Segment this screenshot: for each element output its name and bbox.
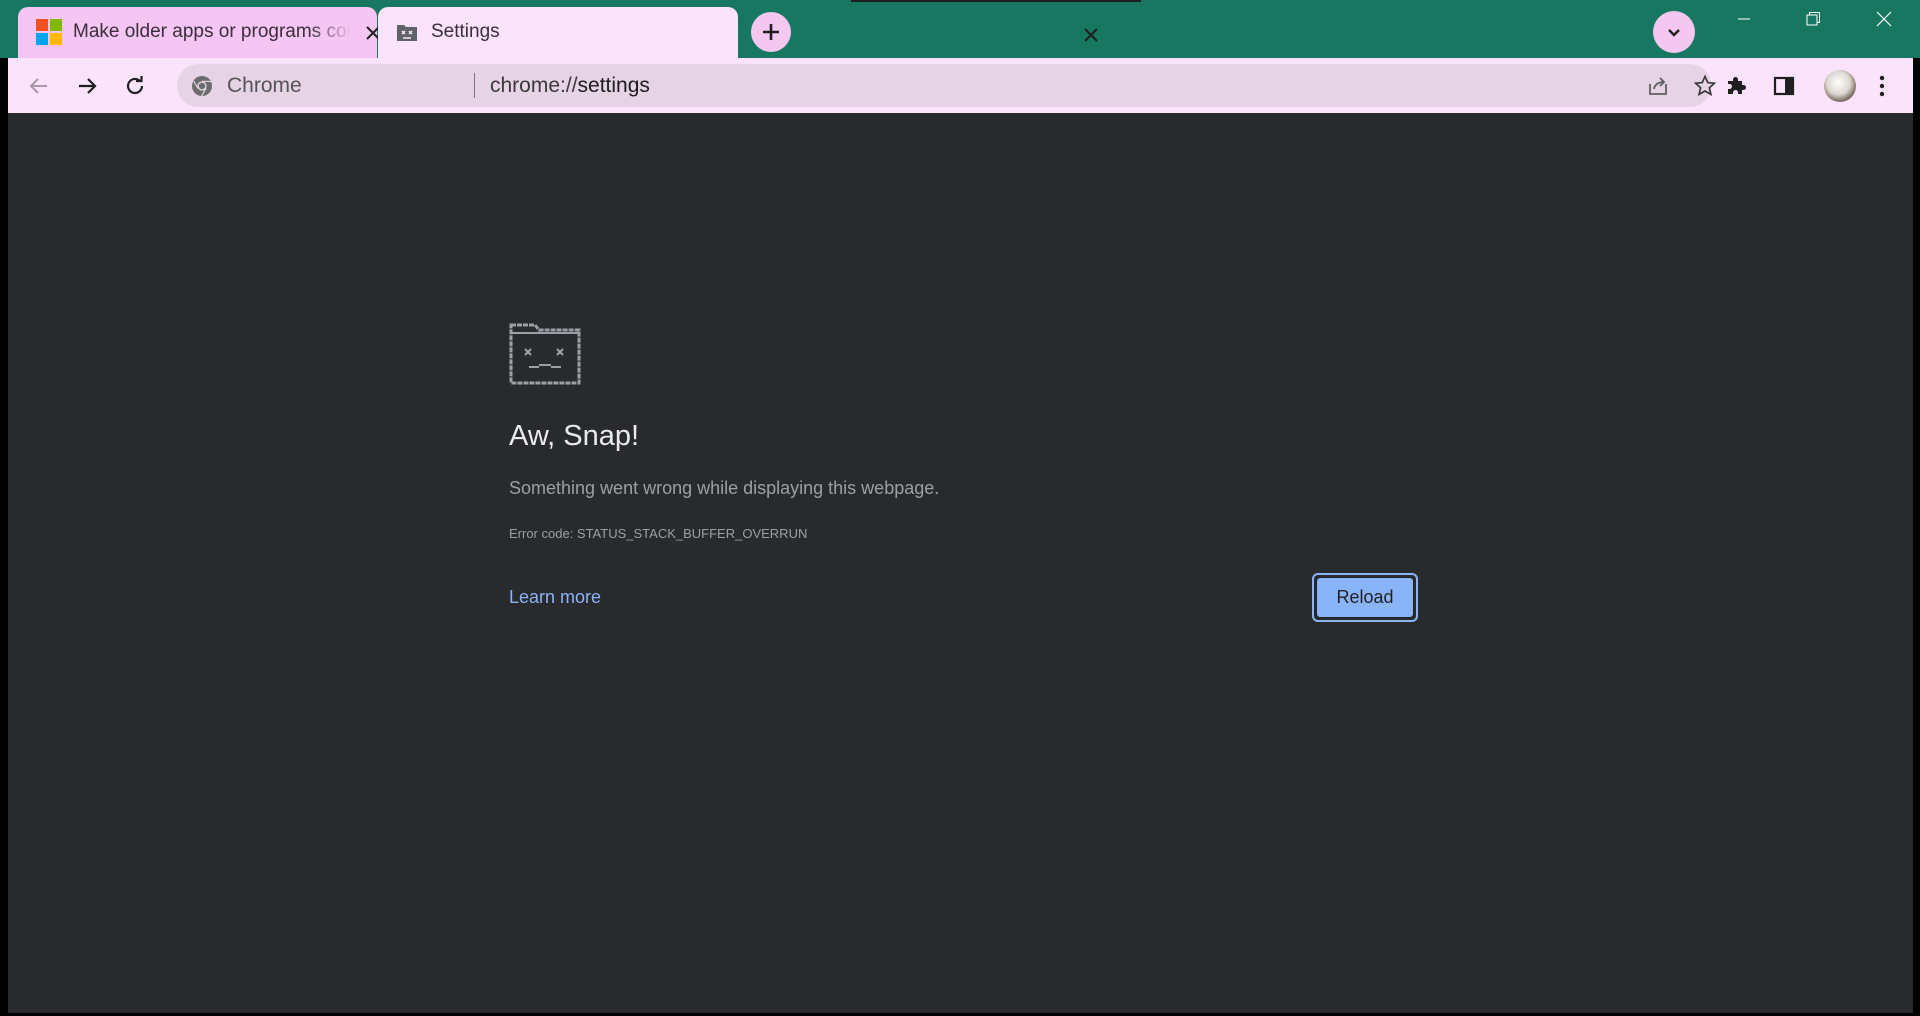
forward-button[interactable]	[68, 67, 106, 105]
title-drag-indicator	[851, 0, 1141, 2]
side-panel-icon	[1773, 76, 1795, 96]
url-text[interactable]: chrome://settings	[490, 74, 650, 98]
chrome-logo-icon	[192, 76, 212, 97]
share-icon	[1649, 77, 1667, 95]
side-panel-button[interactable]	[1768, 70, 1800, 102]
close-window-button[interactable]	[1849, 0, 1919, 38]
profile-avatar[interactable]	[1824, 70, 1856, 102]
address-bar[interactable]: Chrome chrome://settings	[177, 64, 1717, 107]
restore-button[interactable]	[1778, 0, 1848, 38]
tab-title: Make older apps or programs compatible w…	[73, 21, 351, 42]
kebab-menu-icon	[1879, 75, 1885, 97]
chrome-menu-button[interactable]	[1866, 70, 1898, 102]
omnibox-chip: Chrome	[227, 74, 302, 97]
star-icon	[1693, 74, 1717, 97]
tab-microsoft-support[interactable]: Make older apps or programs compatible w…	[18, 7, 380, 58]
minimize-icon	[1738, 18, 1750, 20]
error-message: Something went wrong while displaying th…	[509, 478, 940, 498]
close-tab-icon[interactable]	[1078, 22, 1104, 48]
restore-icon	[1806, 12, 1820, 26]
microsoft-logo-icon	[36, 19, 62, 45]
extensions-button[interactable]	[1720, 70, 1752, 102]
close-icon	[1876, 11, 1892, 27]
back-arrow-icon	[29, 78, 47, 94]
reload-button[interactable]: Reload	[1312, 573, 1418, 622]
sad-tab-icon	[397, 25, 417, 41]
browser-titlebar: Make older apps or programs compatible w…	[0, 0, 1920, 58]
url-prefix: chrome://	[490, 74, 578, 97]
reload-button-label: Reload	[1316, 577, 1414, 618]
tab-settings[interactable]: Settings	[378, 7, 1098, 58]
error-code: Error code: STATUS_STACK_BUFFER_OVERRUN	[509, 526, 808, 541]
minimize-button[interactable]	[1709, 0, 1779, 38]
learn-more-link[interactable]: Learn more	[509, 587, 601, 608]
bookmark-button[interactable]	[1690, 71, 1720, 101]
puzzle-piece-icon	[1728, 77, 1746, 94]
tab-search-button[interactable]	[1653, 11, 1695, 53]
browser-toolbar: Chrome chrome://settings	[8, 58, 1913, 113]
omnibox-separator	[474, 73, 475, 98]
refresh-icon	[126, 76, 144, 95]
chevron-down-icon	[1668, 29, 1680, 37]
tab-title: Settings	[431, 21, 500, 42]
sad-tab-icon	[509, 323, 581, 385]
error-heading: Aw, Snap!	[509, 420, 640, 452]
plus-icon	[763, 24, 779, 40]
page-content: Aw, Snap! Something went wrong while dis…	[8, 113, 1913, 1013]
forward-arrow-icon	[79, 78, 97, 94]
share-button[interactable]	[1643, 71, 1673, 101]
back-button[interactable]	[20, 67, 58, 105]
url-host: settings	[577, 74, 650, 97]
reload-page-button[interactable]	[116, 67, 154, 105]
new-tab-button[interactable]	[751, 12, 791, 52]
